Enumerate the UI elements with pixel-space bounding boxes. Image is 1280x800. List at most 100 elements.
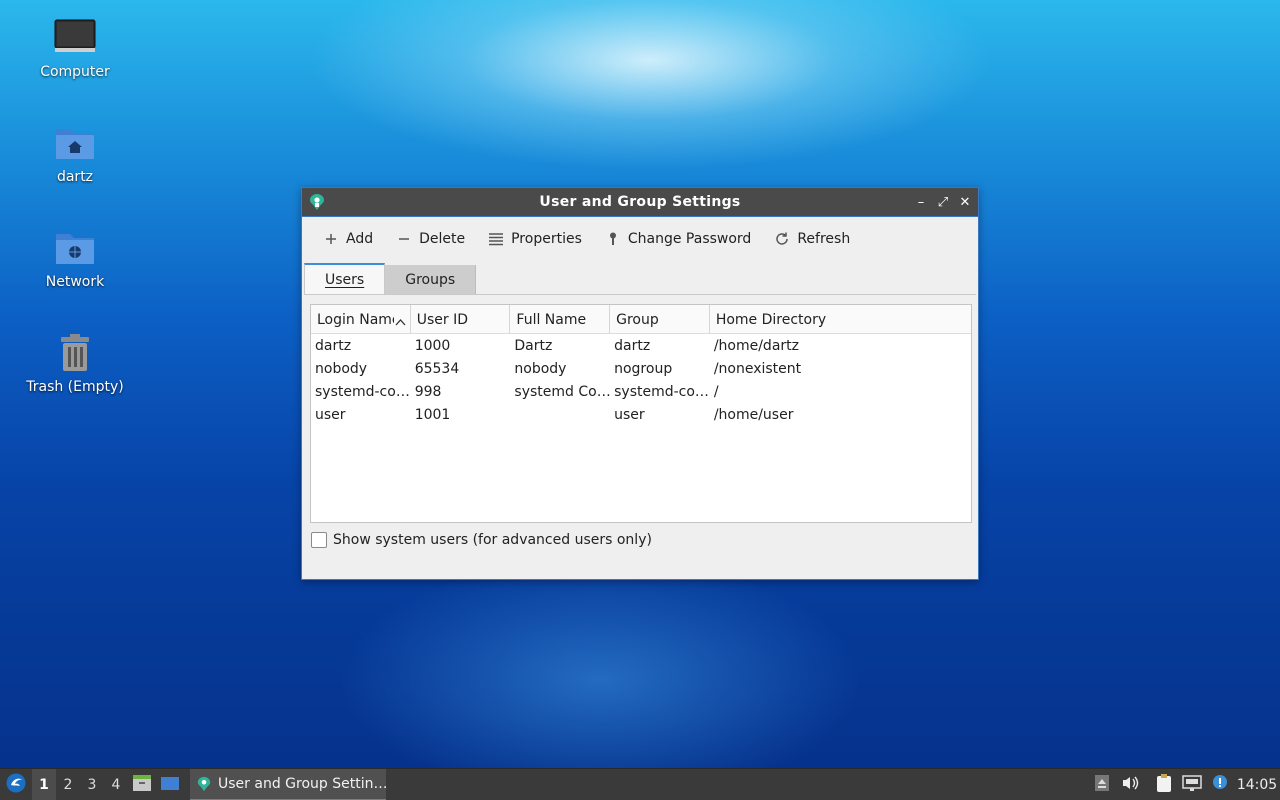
- task-label: User and Group Settin…: [218, 775, 386, 792]
- table-row[interactable]: user 1001 user /home/user: [311, 403, 971, 426]
- home-folder-icon: [53, 121, 97, 165]
- clipboard-icon: [1155, 773, 1173, 797]
- refresh-label: Refresh: [797, 231, 851, 247]
- add-label: Add: [346, 231, 374, 247]
- delete-button[interactable]: Delete: [389, 224, 471, 254]
- start-menu-button[interactable]: [0, 769, 32, 800]
- toolbar: Add Delete Properties Change Password Re…: [302, 217, 978, 261]
- cell-login: dartz: [315, 337, 352, 354]
- column-header-full-name[interactable]: Full Name: [510, 305, 611, 334]
- taskbar: 1 2 3 4 User and Group Settin… 14:05: [0, 768, 1280, 800]
- add-button[interactable]: Add: [316, 224, 379, 254]
- delete-label: Delete: [419, 231, 466, 247]
- minus-icon: [395, 230, 413, 248]
- sort-ascending-icon: [393, 314, 406, 330]
- tab-users-label: Users: [325, 271, 365, 288]
- column-header-label: User ID: [416, 311, 468, 328]
- change-password-label: Change Password: [627, 231, 752, 247]
- properties-label: Properties: [511, 231, 582, 247]
- updates-button[interactable]: [1206, 769, 1234, 800]
- table-row[interactable]: nobody 65534 nobody nogroup /nonexistent: [311, 357, 971, 380]
- refresh-icon: [773, 230, 791, 248]
- show-desktop-button[interactable]: [156, 769, 184, 800]
- cell-group: nogroup: [614, 360, 673, 377]
- column-header-label: Login Name: [317, 311, 401, 328]
- computer-icon: [53, 16, 97, 60]
- trash-icon: [53, 331, 97, 375]
- cell-login: systemd-co…: [315, 383, 410, 400]
- cell-group: systemd-co…: [614, 383, 709, 400]
- cell-group: dartz: [614, 337, 651, 354]
- cell-uid: 998: [414, 383, 442, 400]
- network-icon: [1182, 774, 1202, 796]
- column-header-label: Group: [616, 311, 659, 328]
- workspace-3[interactable]: 3: [80, 769, 104, 800]
- user-group-settings-window: User and Group Settings – ⤢ ✕ Add Delete…: [301, 187, 979, 580]
- desktop-icon-network[interactable]: Network: [20, 226, 130, 290]
- show-system-users-option[interactable]: Show system users (for advanced users on…: [311, 532, 652, 548]
- users-app-icon: [308, 193, 326, 211]
- show-system-users-label: Show system users (for advanced users on…: [333, 532, 652, 548]
- task-app-icon: [196, 775, 212, 793]
- window-titlebar[interactable]: User and Group Settings – ⤢ ✕: [302, 188, 978, 217]
- desktop-icon-computer[interactable]: Computer: [20, 16, 130, 80]
- system-tray: 14:05: [1088, 769, 1280, 800]
- column-header-label: Full Name: [516, 311, 587, 328]
- clipboard-button[interactable]: [1150, 769, 1178, 800]
- show-system-users-checkbox[interactable]: [311, 532, 327, 548]
- tab-users[interactable]: Users: [304, 263, 386, 294]
- desktop-icon-label: dartz: [56, 169, 94, 185]
- table-row[interactable]: dartz 1000 Dartz dartz /home/dartz: [311, 334, 971, 357]
- cell-full-name: nobody: [514, 360, 567, 377]
- list-icon: [487, 230, 505, 248]
- close-button[interactable]: ✕: [958, 196, 972, 210]
- cell-home: /home/user: [713, 406, 794, 423]
- window-title: User and Group Settings: [539, 194, 741, 210]
- workspace-4[interactable]: 4: [104, 769, 128, 800]
- cell-group: user: [614, 406, 645, 423]
- properties-button[interactable]: Properties: [481, 224, 588, 254]
- cell-full-name: systemd Co…: [514, 383, 611, 400]
- volume-button[interactable]: [1116, 769, 1144, 800]
- cell-full-name: Dartz: [514, 337, 553, 354]
- change-password-button[interactable]: Change Password: [598, 224, 757, 254]
- column-header-group[interactable]: Group: [610, 305, 710, 334]
- volume-icon: [1121, 775, 1139, 795]
- cell-login: user: [315, 406, 346, 423]
- taskbar-task-user-group-settings[interactable]: User and Group Settin…: [190, 768, 386, 800]
- tab-groups-label: Groups: [405, 271, 456, 288]
- desktop-icon: [160, 775, 180, 795]
- refresh-button[interactable]: Refresh: [767, 224, 856, 254]
- table-header: Login Name User ID Full Name Group Home …: [311, 305, 971, 334]
- desktop-icon-label: Trash (Empty): [26, 379, 124, 395]
- minimize-button[interactable]: –: [914, 196, 928, 210]
- workspace-1[interactable]: 1: [32, 768, 56, 800]
- column-header-login-name[interactable]: Login Name: [311, 305, 411, 334]
- workspace-2[interactable]: 2: [56, 769, 80, 800]
- desktop-icon-home[interactable]: dartz: [20, 121, 130, 185]
- tab-divider: [304, 294, 976, 295]
- users-table[interactable]: Login Name User ID Full Name Group Home …: [310, 304, 972, 523]
- file-manager-launcher[interactable]: [128, 769, 156, 800]
- desktop-icon-label: Computer: [40, 64, 110, 80]
- update-notifier-icon: [1211, 774, 1229, 796]
- desktop-icon-trash[interactable]: Trash (Empty): [20, 331, 130, 395]
- column-header-home-directory[interactable]: Home Directory: [710, 305, 971, 334]
- column-header-user-id[interactable]: User ID: [411, 305, 511, 334]
- maximize-button[interactable]: ⤢: [936, 196, 950, 210]
- cell-uid: 1001: [414, 406, 451, 423]
- network-button[interactable]: [1178, 769, 1206, 800]
- clock[interactable]: 14:05: [1234, 777, 1280, 793]
- cell-uid: 1000: [414, 337, 451, 354]
- tab-groups[interactable]: Groups: [385, 265, 477, 294]
- key-icon: [604, 230, 622, 248]
- cell-login: nobody: [315, 360, 368, 377]
- start-menu-icon: [5, 772, 27, 798]
- eject-icon: [1094, 774, 1110, 796]
- cell-home: /: [713, 383, 719, 400]
- network-folder-icon: [53, 226, 97, 270]
- desktop-icon-label: Network: [45, 274, 105, 290]
- eject-button[interactable]: [1088, 769, 1116, 800]
- file-manager-icon: [132, 774, 152, 796]
- table-row[interactable]: systemd-co… 998 systemd Co… systemd-co… …: [311, 380, 971, 403]
